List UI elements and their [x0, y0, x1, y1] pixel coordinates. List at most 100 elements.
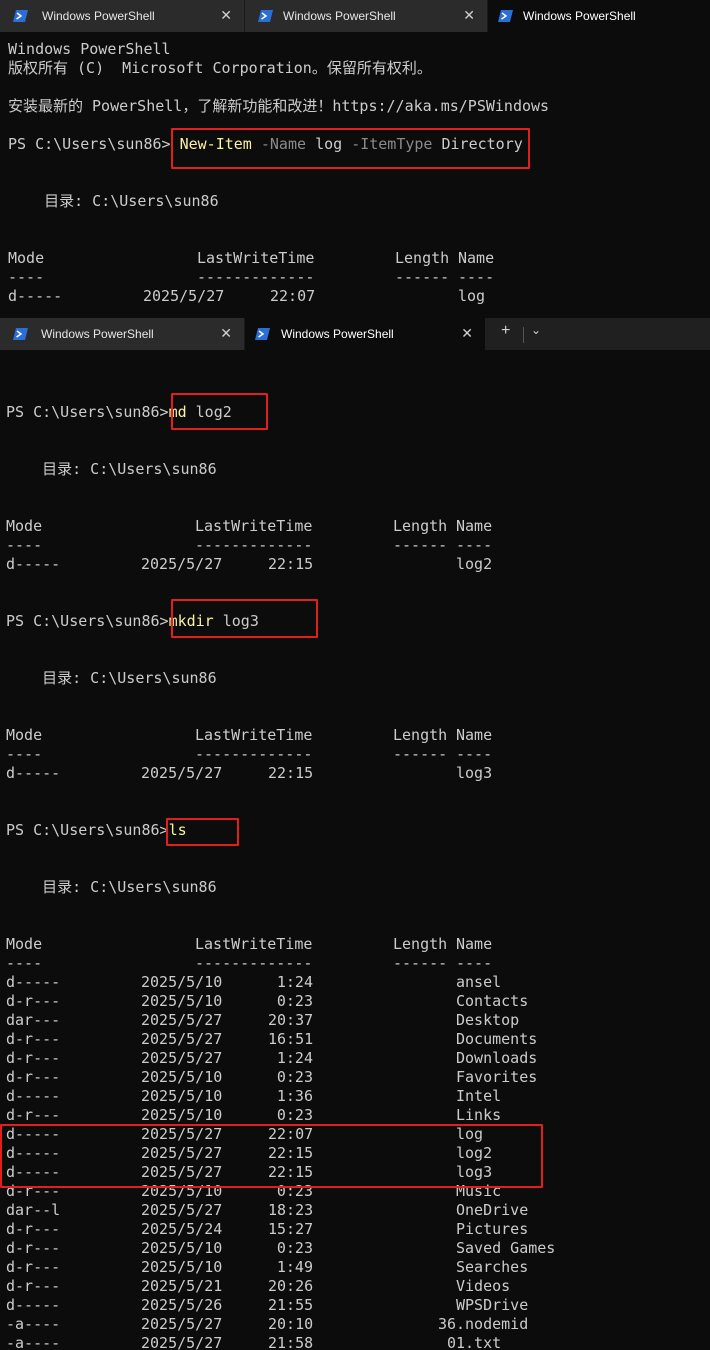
- prompt: PS C:\Users\sun86>: [6, 821, 169, 839]
- highlight-box: [171, 393, 268, 430]
- cell-name: ansel: [456, 973, 502, 991]
- cell-mode: d-----: [6, 764, 61, 782]
- header-name: Name: [458, 249, 495, 267]
- underline-length: ------: [393, 745, 448, 763]
- cell-mode: -a----: [6, 1315, 61, 1333]
- underline-name: ----: [456, 954, 493, 972]
- tab-label: Windows PowerShell: [41, 327, 154, 341]
- header-name: Name: [456, 517, 493, 535]
- cell-date: 2025/5/21: [141, 1277, 223, 1295]
- underline-length: ------: [393, 536, 448, 554]
- cell-date: 2025/5/10: [141, 992, 223, 1010]
- tab-powershell-2[interactable]: Windows PowerShell ✕: [245, 318, 485, 350]
- tab-powershell-1[interactable]: Windows PowerShell ✕: [0, 318, 245, 350]
- close-icon[interactable]: ✕: [220, 7, 232, 24]
- cell-time: 22:15: [268, 764, 314, 782]
- cell-time: 15:27: [268, 1220, 314, 1238]
- tab-label: Windows PowerShell: [281, 327, 394, 341]
- cell-mode: d-----: [8, 287, 63, 305]
- header-length: Length: [393, 726, 448, 744]
- cell-length: 36: [437, 1315, 456, 1333]
- directory-label: 目录: C:\Users\sun86: [6, 878, 217, 896]
- cell-time: 1:24: [276, 1049, 313, 1067]
- cell-name: WPSDrive: [456, 1296, 529, 1314]
- cell-length: 0: [446, 1334, 456, 1350]
- banner-copyright: 版权所有 (C) Microsoft Corporation。保留所有权利。: [8, 59, 432, 77]
- tab-powershell-2[interactable]: Windows PowerShell ✕: [245, 0, 488, 32]
- cell-name: .nodemid: [456, 1315, 529, 1333]
- tab-label: Windows PowerShell: [523, 9, 636, 23]
- cell-time: 1:24: [276, 973, 313, 991]
- cell-time: 21:55: [268, 1296, 314, 1314]
- underline-mode: ----: [6, 954, 43, 972]
- cell-mode: dar--l: [6, 1201, 61, 1219]
- prompt: PS C:\Users\sun86>: [6, 403, 169, 421]
- header-mode: Mode: [8, 249, 45, 267]
- new-tab-button[interactable]: +: [501, 322, 510, 340]
- tab-label: Windows PowerShell: [42, 9, 155, 23]
- header-lastwritetime: LastWriteTime: [197, 249, 315, 267]
- highlight-box: [171, 128, 530, 169]
- header-name: Name: [456, 935, 493, 953]
- cell-date: 2025/5/26: [141, 1296, 223, 1314]
- cell-date: 2025/5/10: [141, 1087, 223, 1105]
- cell-name: log: [458, 287, 486, 305]
- cell-date: 2025/5/10: [141, 1258, 223, 1276]
- header-lastwritetime: LastWriteTime: [195, 726, 313, 744]
- banner-title: Windows PowerShell: [8, 40, 171, 58]
- cell-mode: d-----: [6, 1087, 61, 1105]
- cell-date: 2025/5/10: [141, 1068, 223, 1086]
- cell-date: 2025/5/27: [141, 1049, 223, 1067]
- cell-date: 2025/5/27: [143, 287, 225, 305]
- cell-mode: -a----: [6, 1334, 61, 1350]
- cell-mode: d-----: [6, 555, 61, 573]
- directory-label: 目录: C:\Users\sun86: [8, 192, 219, 210]
- underline-length: ------: [395, 268, 450, 286]
- cell-date: 2025/5/27: [141, 764, 223, 782]
- close-icon[interactable]: ✕: [461, 325, 473, 342]
- header-length: Length: [395, 249, 450, 267]
- powershell-icon: [498, 10, 513, 22]
- cell-name: Searches: [456, 1258, 529, 1276]
- powershell-icon: [258, 10, 273, 22]
- close-icon[interactable]: ✕: [220, 325, 232, 342]
- cell-date: 2025/5/27: [141, 1030, 223, 1048]
- header-length: Length: [393, 517, 448, 535]
- header-name: Name: [456, 726, 493, 744]
- header-mode: Mode: [6, 935, 43, 953]
- cell-time: 0:23: [276, 1068, 313, 1086]
- underline-length: ------: [393, 954, 448, 972]
- terminal-window-bottom: Windows PowerShell ✕ Windows PowerShell …: [0, 318, 710, 1350]
- cell-time: 16:51: [268, 1030, 314, 1048]
- cell-name: Favorites: [456, 1068, 538, 1086]
- cell-date: 2025/5/10: [141, 1106, 223, 1124]
- cell-name: Documents: [456, 1030, 538, 1048]
- header-mode: Mode: [6, 726, 43, 744]
- cell-mode: d-r---: [6, 1239, 61, 1257]
- cell-mode: d-r---: [6, 1258, 61, 1276]
- powershell-icon: [13, 328, 28, 340]
- cell-time: 0:23: [276, 1106, 313, 1124]
- cell-name: Intel: [456, 1087, 502, 1105]
- cell-time: 18:23: [268, 1201, 314, 1219]
- highlight-box: [171, 599, 318, 638]
- prompt: PS C:\Users\sun86>: [8, 135, 180, 153]
- cell-name: 1.txt: [456, 1334, 502, 1350]
- table-header-underline: ---- ------------- ------ ----: [8, 268, 494, 287]
- chevron-down-icon[interactable]: ⌄: [531, 323, 541, 337]
- close-icon[interactable]: ✕: [463, 7, 475, 24]
- tab-powershell-1[interactable]: Windows PowerShell ✕: [0, 0, 245, 32]
- tab-bar: Windows PowerShell ✕ Windows PowerShell …: [0, 0, 710, 32]
- cell-mode: dar---: [6, 1011, 61, 1029]
- cell-mode: d-r---: [6, 1030, 61, 1048]
- divider: [523, 327, 524, 343]
- cell-mode: d-r---: [6, 1277, 61, 1295]
- cell-name: log3: [456, 764, 493, 782]
- cell-mode: d-----: [6, 973, 61, 991]
- cell-time: 0:23: [276, 992, 313, 1010]
- tab-powershell-3[interactable]: Windows PowerShell: [488, 0, 710, 32]
- cell-date: 2025/5/10: [141, 1239, 223, 1257]
- cell-mode: d-r---: [6, 992, 61, 1010]
- directory-label: 目录: C:\Users\sun86: [6, 669, 217, 687]
- table-row: d----- 2025/5/27 22:07 log: [8, 287, 485, 306]
